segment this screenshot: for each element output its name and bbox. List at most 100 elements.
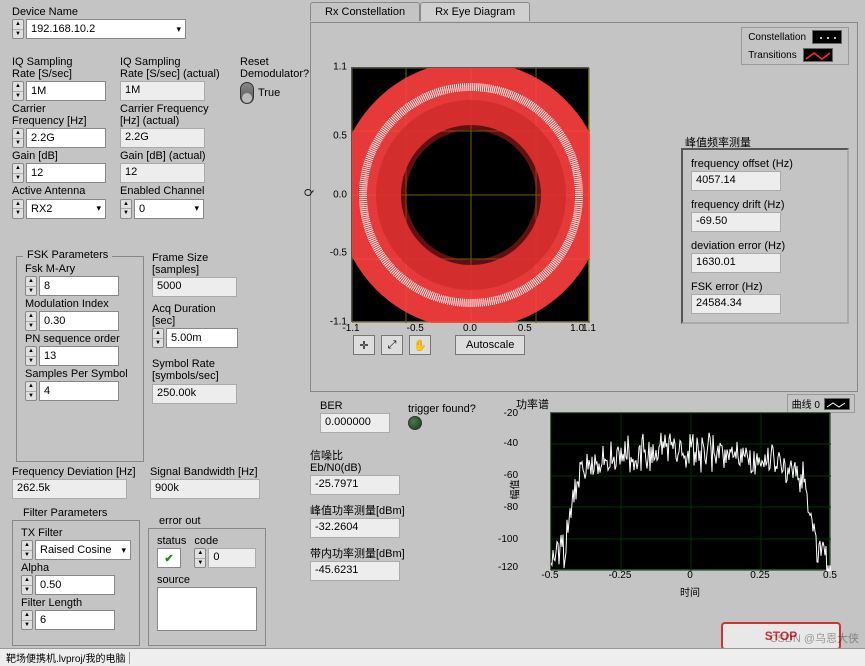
alpha-spinner[interactable]: ▲▼	[21, 575, 33, 595]
pk-pwr-value: -32.2604	[310, 518, 400, 538]
error-status-label: status	[157, 535, 186, 547]
iq-rate-label: IQ Sampling Rate [S/sec]	[12, 56, 117, 80]
carrier-actual-label: Carrier Frequency [Hz] (actual)	[120, 103, 235, 127]
symbol-rate-value: 250.00k	[152, 384, 237, 404]
psd-plot[interactable]	[550, 412, 830, 570]
iq-plot[interactable]	[351, 67, 589, 322]
freq-offset-label: frequency offset (Hz)	[691, 158, 839, 170]
freq-drift-label: frequency drift (Hz)	[691, 199, 839, 211]
fsk-mary-input[interactable]	[39, 276, 119, 296]
filter-length-spinner[interactable]: ▲▼	[21, 610, 33, 630]
filter-title: Filter Parameters	[19, 507, 111, 519]
device-spinner[interactable]: ▲▼	[12, 19, 24, 39]
frame-size-value: 5000	[152, 277, 237, 297]
filter-length-label: Filter Length	[21, 597, 131, 609]
status-bar: 靶场便携机.lvproj/我的电脑	[0, 648, 865, 666]
reset-value: True	[258, 87, 280, 99]
error-source-label: source	[157, 574, 257, 586]
antenna-dropdown[interactable]: RX2	[26, 199, 106, 219]
peak-freq-box: 峰值频率测量 frequency offset (Hz)4057.14 freq…	[681, 148, 849, 324]
pn-order-spinner[interactable]: ▲▼	[25, 346, 37, 366]
reset-toggle[interactable]	[240, 82, 254, 104]
freq-dev-value: 262.5k	[12, 479, 127, 499]
freq-dev-label: Frequency Deviation [Hz]	[12, 466, 142, 478]
sig-bw-label: Signal Bandwidth [Hz]	[150, 466, 280, 478]
psd-title: 功率谱	[516, 396, 549, 412]
tab-rx-constellation[interactable]: Rx Constellation	[310, 2, 420, 21]
fsk-mary-spinner[interactable]: ▲▼	[25, 276, 37, 296]
alpha-label: Alpha	[21, 562, 131, 574]
carrier-spinner[interactable]: ▲▼	[12, 128, 24, 148]
error-source-text[interactable]	[157, 587, 257, 631]
iq-ylabel: Q	[303, 189, 314, 197]
ber-value: 0.000000	[320, 413, 390, 433]
sps-input[interactable]	[39, 381, 119, 401]
channel-label: Enabled Channel	[120, 185, 235, 197]
legend-const-swatch	[812, 30, 842, 44]
error-code-label: code	[194, 535, 256, 547]
iq-rate-input[interactable]	[26, 81, 106, 101]
device-name-label: Device Name	[12, 6, 192, 18]
iq-x-axis: -1.1 -0.5 0.0 0.5 1.0 1.1	[351, 323, 589, 335]
zoom-tool-icon[interactable]: ⤢	[381, 335, 403, 355]
tab-rx-eye-diagram[interactable]: Rx Eye Diagram	[420, 2, 530, 21]
mod-index-input[interactable]	[39, 311, 119, 331]
dev-err-value: 1630.01	[691, 253, 781, 273]
device-name-dropdown[interactable]: 192.168.10.2	[26, 19, 186, 39]
channel-dropdown[interactable]: 0	[134, 199, 204, 219]
acq-dur-spinner[interactable]: ▲▼	[152, 328, 164, 348]
iq-rate-actual-value: 1M	[120, 81, 205, 101]
antenna-spinner[interactable]: ▲▼	[12, 199, 24, 219]
legend-trans-swatch	[803, 48, 833, 62]
error-out-title: error out	[155, 515, 205, 527]
trigger-label: trigger found?	[408, 403, 476, 415]
sps-label: Samples Per Symbol	[25, 368, 135, 380]
reset-label: Reset Demodulator?	[240, 56, 310, 80]
mod-index-spinner[interactable]: ▲▼	[25, 311, 37, 331]
freq-drift-value: -69.50	[691, 212, 781, 232]
pn-order-label: PN sequence order	[25, 333, 135, 345]
ib-pwr-value: -45.6231	[310, 561, 400, 581]
gain-spinner[interactable]: ▲▼	[12, 163, 24, 183]
gain-actual-label: Gain [dB] (actual)	[120, 150, 235, 162]
fsk-err-value: 24584.34	[691, 294, 781, 314]
acq-dur-label: Acq Duration [sec]	[152, 303, 257, 327]
ib-pwr-label: 带内功率测量[dBm]	[310, 548, 480, 560]
peak-freq-title: 峰值频率测量	[685, 134, 751, 150]
iq-rate-actual-label: IQ Sampling Rate [S/sec] (actual)	[120, 56, 235, 80]
filter-length-input[interactable]	[35, 610, 115, 630]
fsk-params-title: FSK Parameters	[23, 249, 112, 261]
carrier-actual-value: 2.2G	[120, 128, 205, 148]
psd-ylabel: 幅值	[507, 480, 522, 500]
error-code-spinner[interactable]: ▲▼	[194, 548, 206, 568]
acq-dur-input[interactable]	[166, 328, 238, 348]
symbol-rate-label: Symbol Rate [symbols/sec]	[152, 358, 257, 382]
iq-y-axis: 1.1 0.5 0.0 -0.5 -1.1	[317, 67, 349, 322]
mod-index-label: Modulation Index	[25, 298, 135, 310]
tx-filter-spinner[interactable]: ▲▼	[21, 540, 33, 560]
fsk-mary-label: Fsk M-Ary	[25, 263, 135, 275]
pn-order-input[interactable]	[39, 346, 119, 366]
gain-label: Gain [dB]	[12, 150, 117, 162]
carrier-input[interactable]	[26, 128, 106, 148]
antenna-label: Active Antenna	[12, 185, 117, 197]
gain-input[interactable]	[26, 163, 106, 183]
iq-rate-spinner[interactable]: ▲▼	[12, 81, 24, 101]
sps-spinner[interactable]: ▲▼	[25, 381, 37, 401]
tx-filter-dropdown[interactable]: Raised Cosine	[35, 540, 131, 560]
watermark: CSDN @乌恩大侠	[770, 630, 859, 646]
gain-actual-value: 12	[120, 163, 205, 183]
frame-size-label: Frame Size [samples]	[152, 252, 257, 276]
pk-pwr-label: 峰值功率测量[dBm]	[310, 505, 480, 517]
legend-trans-label: Transitions	[748, 50, 797, 61]
cursor-tool-icon[interactable]: ✛	[353, 335, 375, 355]
channel-spinner[interactable]: ▲▼	[120, 199, 132, 219]
ebno-value: -25.7971	[310, 475, 400, 495]
ber-label: BER	[320, 400, 390, 412]
error-code-value: 0	[208, 548, 256, 568]
pan-tool-icon[interactable]: ✋	[409, 335, 431, 355]
tab-body: Constellation Transitions Q 1.1 0.5 0.0 …	[310, 22, 858, 392]
alpha-input[interactable]	[35, 575, 115, 595]
autoscale-button[interactable]: Autoscale	[455, 335, 525, 355]
error-status-icon: ✔	[157, 548, 181, 568]
